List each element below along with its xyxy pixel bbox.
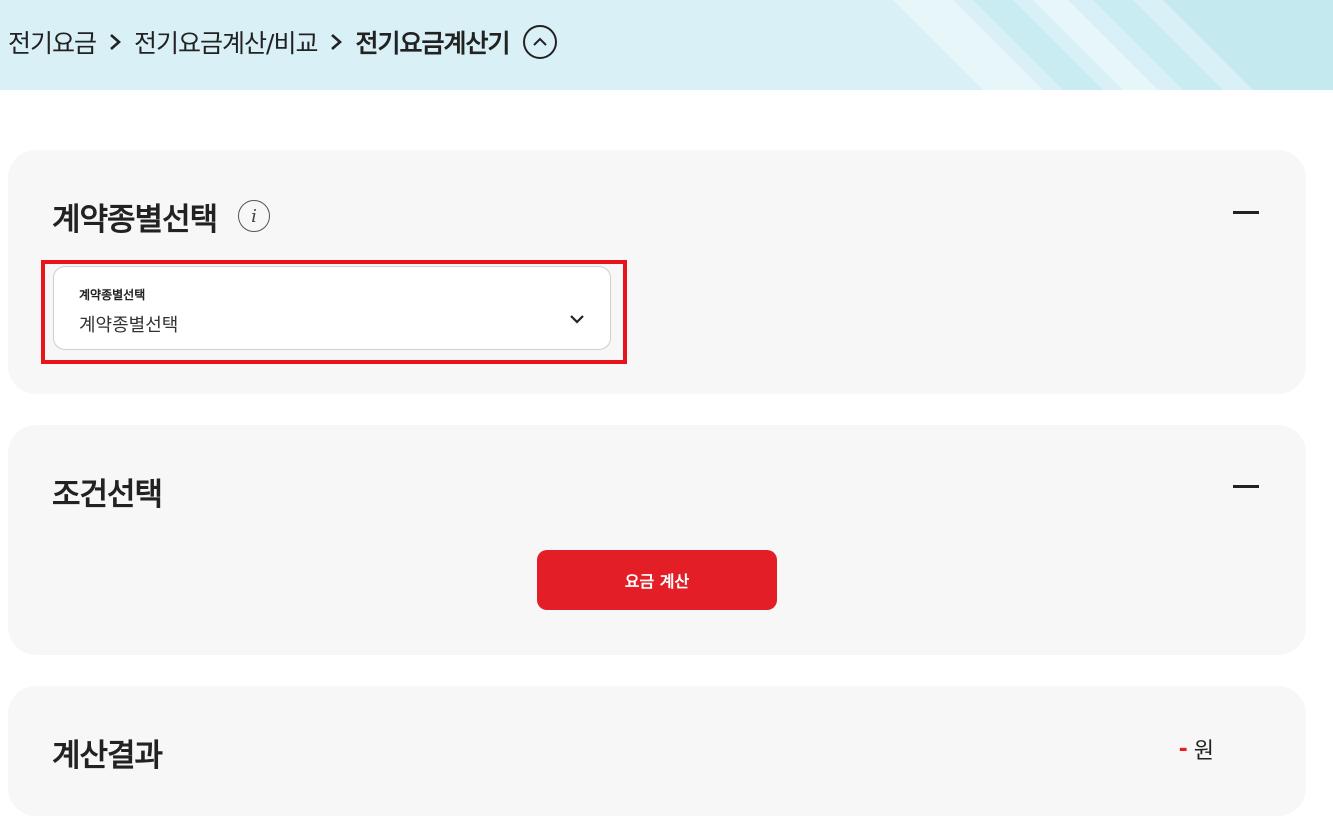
select-label: 계약종별선택 <box>79 288 146 302</box>
result-unit: 원 <box>1193 739 1214 764</box>
breadcrumb-current: 전기요금계산기 <box>355 29 510 58</box>
minus-icon <box>1233 210 1259 214</box>
result-value: - 원 <box>1179 733 1214 765</box>
section-title: 계약종별선택 <box>52 202 218 238</box>
result-amount: - <box>1178 736 1188 762</box>
condition-section: 조건선택 <box>8 425 1306 655</box>
breadcrumb: 전기요금 전기요금계산/비교 전기요금계산기 <box>8 22 558 62</box>
minus-icon <box>1233 484 1259 488</box>
breadcrumb-item-rate-compare[interactable]: 전기요금계산/비교 <box>134 24 318 60</box>
chevron-up-icon <box>533 37 548 46</box>
breadcrumb-item-electric-rates[interactable]: 전기요금 <box>8 24 97 60</box>
info-icon[interactable]: i <box>238 200 270 232</box>
select-value: 계약종별선택 <box>79 315 179 336</box>
calculate-button[interactable]: 요금 계산 <box>537 550 777 610</box>
section-title: 조건선택 <box>52 477 163 513</box>
chevron-right-icon <box>327 31 345 53</box>
page-header: 전기요금 전기요금계산/비교 전기요금계산기 <box>0 0 1333 90</box>
contract-type-select[interactable]: 계약종별선택 계약종별선택 <box>53 266 611 350</box>
collapse-button[interactable] <box>1232 474 1260 498</box>
breadcrumb-toggle-button[interactable] <box>523 25 558 59</box>
chevron-down-icon <box>570 315 584 324</box>
header-decoration <box>893 0 1333 90</box>
chevron-right-icon <box>106 31 124 53</box>
collapse-button[interactable] <box>1232 200 1260 224</box>
result-section: 계산결과 - 원 <box>8 686 1306 816</box>
section-title: 계산결과 <box>52 738 163 774</box>
